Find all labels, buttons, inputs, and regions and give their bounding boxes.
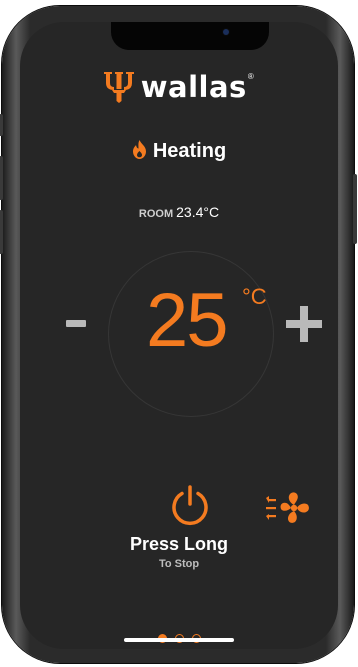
brand-name: wallas	[140, 70, 247, 104]
decrease-temperature-button[interactable]	[66, 318, 88, 328]
volume-down-button	[0, 210, 3, 254]
setpoint-value: 25	[146, 278, 229, 363]
power-button[interactable]	[168, 484, 212, 528]
notch	[111, 22, 269, 50]
fan-icon	[266, 492, 309, 523]
mute-switch	[0, 114, 3, 136]
room-label: ROOM	[138, 208, 174, 220]
power-icon	[172, 485, 208, 526]
mode-indicator: Heating	[20, 140, 338, 163]
power-hint-subtitle: To Stop	[158, 558, 200, 570]
brand-logo: wallas®	[20, 70, 338, 106]
fan-button[interactable]	[264, 491, 312, 525]
power-hint-title: Press Long	[129, 534, 229, 554]
increase-temperature-button[interactable]	[284, 304, 324, 344]
plus-icon	[286, 306, 322, 342]
registered-mark: ®	[247, 72, 254, 82]
phone-frame: wallas® Heating ROOM 23.4°C 25 °C Press …	[0, 6, 357, 663]
volume-up-button	[0, 156, 3, 200]
front-camera	[223, 29, 229, 35]
side-button	[353, 174, 357, 244]
home-indicator[interactable]	[124, 638, 234, 642]
minus-icon	[66, 320, 86, 327]
setpoint-unit: °C	[242, 284, 267, 309]
flame-icon	[132, 140, 146, 159]
room-value: 23.4°C	[176, 204, 220, 220]
trident-icon	[104, 72, 135, 103]
room-temperature: ROOM 23.4°C	[20, 204, 338, 222]
setpoint-display: 25 °C	[124, 276, 274, 366]
mode-label: Heating	[152, 140, 227, 162]
app-screen: wallas® Heating ROOM 23.4°C 25 °C Press …	[20, 22, 338, 649]
